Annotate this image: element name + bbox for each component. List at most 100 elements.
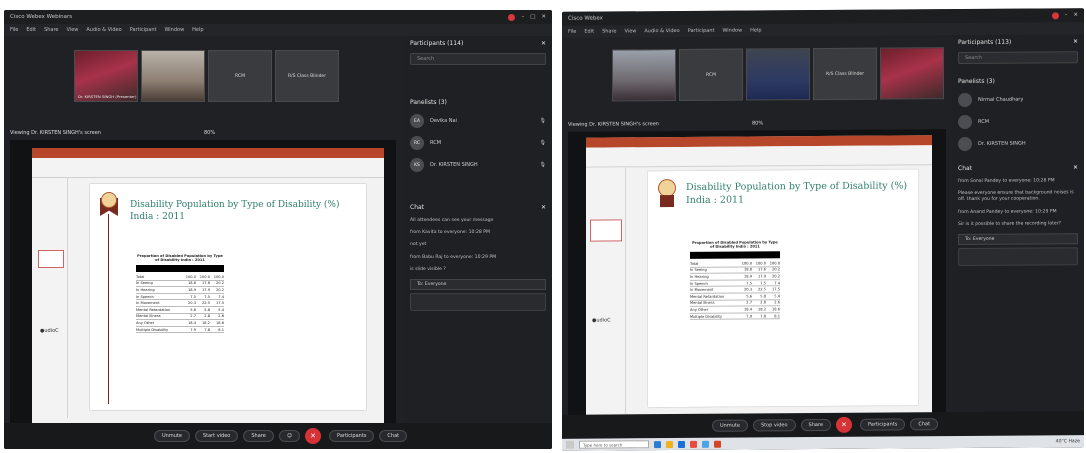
chat-recipient-select[interactable]: To: Everyone <box>410 278 546 290</box>
video-thumbnail[interactable] <box>746 48 810 101</box>
table-cell: 100.0 <box>769 261 780 266</box>
table-row-label: Mental Retardation <box>690 294 725 299</box>
chat-input[interactable] <box>958 247 1078 266</box>
table-cell: 22.5 <box>757 287 766 292</box>
end-call-icon[interactable]: ✕ <box>305 428 322 444</box>
reactions-button[interactable]: ☺ <box>278 430 301 442</box>
table-row-label: Multiple Disability <box>690 314 723 319</box>
video-thumbnail[interactable]: R/S Class Blinder <box>275 50 339 102</box>
panelist-row[interactable]: RCM <box>952 110 1084 133</box>
mic-icon[interactable]: 🎙 <box>540 140 546 146</box>
menu-share[interactable]: Share <box>44 27 58 33</box>
panelist-row[interactable]: RC RCM 🎙 <box>404 132 552 154</box>
unmute-button[interactable]: Unmute <box>154 430 190 442</box>
taskview-icon[interactable] <box>654 440 661 448</box>
chrome-icon[interactable] <box>690 440 697 448</box>
record-icon[interactable] <box>508 13 516 21</box>
menu-audio-video[interactable]: Audio & Video <box>644 28 679 34</box>
table-cell: 17.9 <box>757 274 766 279</box>
stop-video-button[interactable]: Stop video <box>752 419 796 432</box>
video-thumbnail[interactable]: RCM <box>679 48 743 102</box>
close-chat-icon[interactable]: ✕ <box>1073 164 1078 171</box>
close-icon[interactable]: ✕ <box>541 14 546 20</box>
table-cell: 20.2 <box>771 267 780 272</box>
minimize-icon[interactable]: – <box>521 14 524 20</box>
menu-file[interactable]: File <box>10 27 18 33</box>
slide-thumbnail[interactable] <box>38 250 64 268</box>
close-panel-icon[interactable]: ✕ <box>541 40 546 47</box>
close-icon[interactable]: ✕ <box>1073 12 1078 18</box>
panelists-header: Panelists (3) <box>958 77 995 86</box>
video-thumbnail[interactable] <box>612 49 676 102</box>
panelist-row[interactable]: EA Devika Nai 🎙 <box>404 110 552 132</box>
search-input[interactable]: Search <box>958 51 1078 65</box>
start-video-button[interactable]: Start video <box>194 430 239 442</box>
video-thumbnail[interactable] <box>141 50 205 102</box>
maximize-icon[interactable]: □ <box>530 14 535 20</box>
divider-line <box>108 214 109 404</box>
share-button[interactable]: Share <box>243 430 274 442</box>
menu-window[interactable]: Window <box>164 27 184 33</box>
video-stage: RCM R/S Class Blinder Viewing Dr. KIRSTE… <box>562 35 952 438</box>
mic-icon[interactable]: 🎙 <box>540 118 546 124</box>
zoom-level[interactable]: 80% <box>204 130 215 136</box>
ppt-titlebar <box>32 148 384 158</box>
menu-view[interactable]: View <box>625 28 637 34</box>
close-chat-icon[interactable]: ✕ <box>541 204 546 211</box>
panelist-name: Nirmal Chaudhary <box>978 96 1024 103</box>
menu-participant[interactable]: Participant <box>130 27 157 33</box>
end-call-icon[interactable]: ✕ <box>835 416 852 433</box>
menu-share[interactable]: Share <box>602 28 616 34</box>
share-button[interactable]: Share <box>800 418 831 432</box>
menu-edit[interactable]: Edit <box>26 27 36 33</box>
file-explorer-icon[interactable] <box>666 440 673 448</box>
minimize-icon[interactable]: – <box>1065 12 1068 18</box>
menu-edit[interactable]: Edit <box>584 29 594 35</box>
side-panel: Participants (113) ✕ Search Panelists (3… <box>952 34 1084 436</box>
start-icon[interactable] <box>566 440 574 449</box>
video-thumbnail[interactable]: R/S Class Blinder <box>813 47 877 101</box>
mic-icon[interactable]: 🎙 <box>540 162 546 168</box>
chat-message: Sir is it possible to share the recordin… <box>958 221 1062 227</box>
menu-file[interactable]: File <box>568 29 576 35</box>
table-cell: 2.8 <box>204 314 210 319</box>
slide-number: ●udioC <box>40 328 59 334</box>
unmute-button[interactable]: Unmute <box>712 419 748 432</box>
chat-button[interactable]: Chat <box>910 418 939 431</box>
table-cell: 5.4 <box>218 307 224 312</box>
menu-participant[interactable]: Participant <box>688 28 715 34</box>
chat-button[interactable]: Chat <box>379 430 408 442</box>
meeting-toolbar: Unmute Start video Share ☺ ✕ Participant… <box>4 423 552 449</box>
search-input[interactable]: Search <box>410 53 546 65</box>
slide-thumbnail[interactable] <box>590 219 622 242</box>
menu-audio-video[interactable]: Audio & Video <box>86 27 121 33</box>
chat-recipient-select[interactable]: To: Everyone <box>958 233 1078 245</box>
close-panel-icon[interactable]: ✕ <box>1073 38 1078 45</box>
menu-help[interactable]: Help <box>750 27 761 33</box>
edge-icon[interactable] <box>678 440 685 448</box>
panelist-row[interactable]: KS Dr. KIRSTEN SINGH 🎙 <box>404 154 552 176</box>
table-cell: 100.0 <box>185 274 196 279</box>
menu-window[interactable]: Window <box>722 28 742 34</box>
record-icon[interactable] <box>1051 11 1059 19</box>
slide-canvas: Disability Population by Type of Disabil… <box>90 184 366 410</box>
menu-view[interactable]: View <box>67 27 79 33</box>
shared-screen: ●udioC Disability Population by Type of … <box>10 140 396 440</box>
taskbar-search-input[interactable]: Type here to search <box>579 440 649 449</box>
chat-input[interactable] <box>410 292 546 311</box>
panelist-row[interactable]: Dr. KIRSTEN SINGH <box>952 132 1084 155</box>
video-thumbnail[interactable] <box>880 47 944 100</box>
panelist-row[interactable]: Nirmal Chaudhary <box>952 88 1084 111</box>
menu-help[interactable]: Help <box>192 27 203 33</box>
table-row-label: Multiple Disability <box>136 327 169 332</box>
powerpoint-icon[interactable] <box>714 440 721 448</box>
video-thumbnail[interactable]: Dr. KIRSTEN SINGH (Presenter) <box>74 50 138 102</box>
zoom-level[interactable]: 80% <box>752 120 763 126</box>
table-cell: 17.5 <box>771 287 780 292</box>
table-title: Proportion of Disabled Population by Typ… <box>692 240 778 250</box>
video-thumbnail[interactable]: RCM <box>208 50 272 102</box>
avatar: RC <box>410 136 424 150</box>
participants-button[interactable]: Participants <box>859 418 906 431</box>
webex-icon[interactable] <box>702 440 709 448</box>
participants-button[interactable]: Participants <box>329 430 375 442</box>
